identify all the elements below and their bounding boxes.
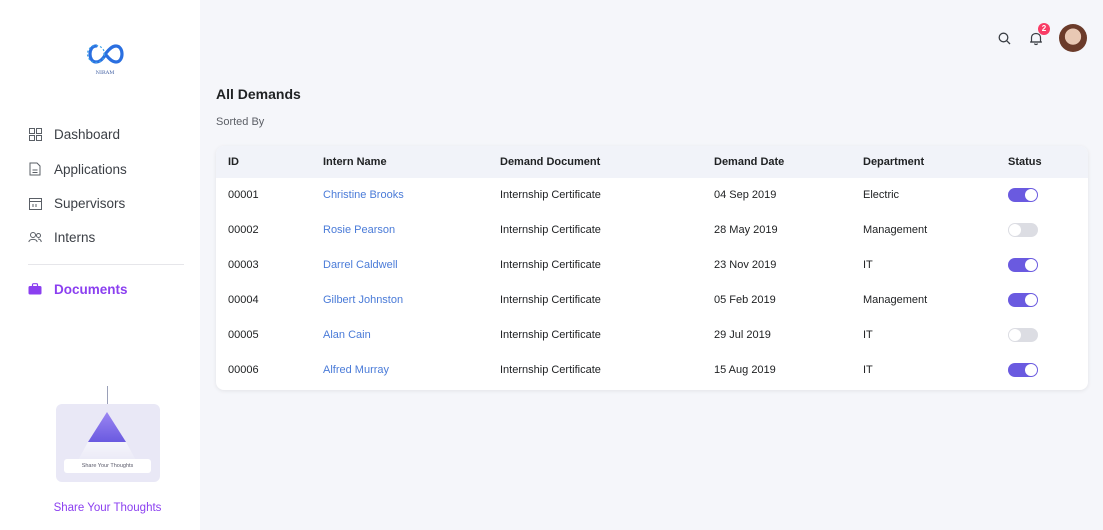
- demands-table: ID Intern Name Demand Document Demand Da…: [216, 146, 1088, 390]
- column-header-intern-name[interactable]: Intern Name: [323, 156, 387, 168]
- calendar-icon: [28, 196, 42, 210]
- search-icon: [998, 32, 1010, 44]
- table-row: 00006 Alfred Murray Internship Certifica…: [216, 353, 1088, 388]
- cell-intern-name[interactable]: Alfred Murray: [323, 364, 389, 376]
- status-toggle[interactable]: [1008, 188, 1038, 202]
- column-header-status[interactable]: Status: [1008, 156, 1042, 168]
- users-icon: [28, 230, 42, 244]
- share-thoughts-link[interactable]: Share Your Thoughts: [0, 502, 215, 514]
- cell-id: 00001: [228, 189, 259, 201]
- search-button[interactable]: [995, 29, 1013, 47]
- toggle-knob: [1009, 329, 1021, 341]
- table-row: 00001 Christine Brooks Internship Certif…: [216, 178, 1088, 213]
- cell-department: Management: [863, 224, 928, 236]
- cell-department: IT: [863, 329, 873, 341]
- cell-intern-name[interactable]: Christine Brooks: [323, 189, 404, 201]
- column-header-id[interactable]: ID: [228, 156, 239, 168]
- cell-id: 00003: [228, 259, 259, 271]
- cell-demand-date: 29 Jul 2019: [714, 329, 771, 341]
- cell-department: IT: [863, 259, 873, 271]
- main-content: 2 All Demands Sorted By ID Intern Name D…: [200, 0, 1103, 530]
- sidebar: NIRAM Dashboard Applications Supervisors…: [0, 0, 200, 530]
- sidebar-item-interns[interactable]: Interns: [0, 220, 200, 254]
- page-title: All Demands: [216, 86, 301, 102]
- grid-icon: [28, 127, 42, 141]
- cell-demand-date: 28 May 2019: [714, 224, 778, 236]
- toggle-knob: [1025, 294, 1037, 306]
- status-toggle[interactable]: [1008, 363, 1038, 377]
- status-toggle[interactable]: [1008, 293, 1038, 307]
- topbar: 2: [995, 23, 1087, 52]
- cell-id: 00006: [228, 364, 259, 376]
- briefcase-icon: [28, 282, 42, 296]
- logo[interactable]: NIRAM: [84, 40, 126, 78]
- sidebar-item-applications[interactable]: Applications: [0, 152, 200, 186]
- cell-demand-date: 15 Aug 2019: [714, 364, 776, 376]
- cell-intern-name[interactable]: Rosie Pearson: [323, 224, 395, 236]
- sidebar-divider: [28, 264, 184, 265]
- column-header-demand-document[interactable]: Demand Document: [500, 156, 600, 168]
- toggle-knob: [1009, 224, 1021, 236]
- sidebar-item-documents[interactable]: Documents: [0, 272, 200, 306]
- cell-demand-date: 05 Feb 2019: [714, 294, 776, 306]
- file-icon: [28, 162, 42, 176]
- table-row: 00004 Gilbert Johnston Internship Certif…: [216, 283, 1088, 318]
- sidebar-item-supervisors[interactable]: Supervisors: [0, 186, 200, 220]
- notifications-button[interactable]: 2: [1027, 23, 1050, 47]
- cell-demand-document: Internship Certificate: [500, 364, 601, 376]
- column-header-demand-date[interactable]: Demand Date: [714, 156, 784, 168]
- table-row: 00002 Rosie Pearson Internship Certifica…: [216, 213, 1088, 248]
- cell-demand-document: Internship Certificate: [500, 329, 601, 341]
- cell-department: IT: [863, 364, 873, 376]
- cell-department: Management: [863, 294, 928, 306]
- status-toggle[interactable]: [1008, 328, 1038, 342]
- sidebar-item-label: Interns: [54, 229, 96, 245]
- toggle-knob: [1025, 259, 1037, 271]
- cell-id: 00002: [228, 224, 259, 236]
- cell-department: Electric: [863, 189, 900, 201]
- infinity-logo-icon: [86, 44, 124, 64]
- sidebar-item-label: Supervisors: [54, 195, 126, 211]
- avatar[interactable]: [1059, 24, 1087, 52]
- status-toggle[interactable]: [1008, 223, 1038, 237]
- cell-id: 00005: [228, 329, 259, 341]
- sidebar-item-dashboard[interactable]: Dashboard: [0, 117, 200, 151]
- status-toggle[interactable]: [1008, 258, 1038, 272]
- table-row: 00003 Darrel Caldwell Internship Certifi…: [216, 248, 1088, 283]
- sorted-by-label[interactable]: Sorted By: [216, 116, 264, 128]
- table-header: ID Intern Name Demand Document Demand Da…: [216, 146, 1088, 178]
- cell-id: 00004: [228, 294, 259, 306]
- cell-intern-name[interactable]: Alan Cain: [323, 329, 371, 341]
- sidebar-item-label: Applications: [54, 161, 127, 177]
- column-header-department[interactable]: Department: [863, 156, 924, 168]
- cell-demand-document: Internship Certificate: [500, 294, 601, 306]
- cell-demand-date: 04 Sep 2019: [714, 189, 777, 201]
- sidebar-item-label: Documents: [54, 281, 128, 297]
- sidebar-item-label: Dashboard: [54, 126, 121, 142]
- toggle-knob: [1025, 364, 1037, 376]
- cell-demand-date: 23 Nov 2019: [714, 259, 777, 271]
- cell-demand-document: Internship Certificate: [500, 189, 601, 201]
- table-row: 00005 Alan Cain Internship Certificate 2…: [216, 318, 1088, 353]
- logo-text: NIRAM: [95, 70, 115, 76]
- promo-card: Share Your Thoughts: [56, 404, 160, 482]
- notification-badge: 2: [1038, 23, 1050, 35]
- toggle-knob: [1025, 189, 1037, 201]
- cell-intern-name[interactable]: Darrel Caldwell: [323, 259, 398, 271]
- share-thoughts-button[interactable]: Share Your Thoughts: [64, 459, 151, 473]
- cell-demand-document: Internship Certificate: [500, 259, 601, 271]
- cell-demand-document: Internship Certificate: [500, 224, 601, 236]
- cell-intern-name[interactable]: Gilbert Johnston: [323, 294, 403, 306]
